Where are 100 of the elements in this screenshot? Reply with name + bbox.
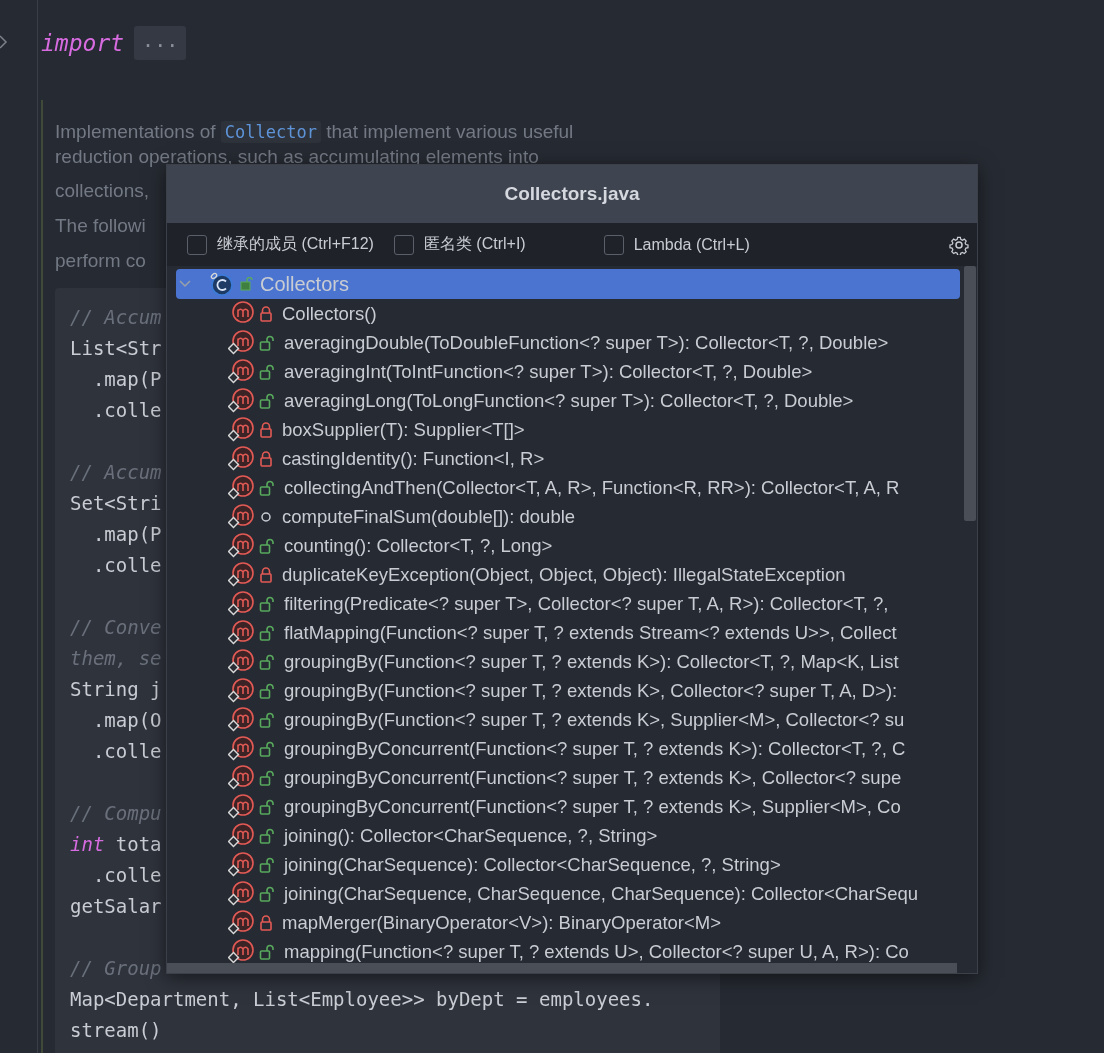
member-signature: computeFinalSum(double[]): double <box>282 505 576 528</box>
code-line: getSalar <box>70 894 162 919</box>
member-signature: duplicateKeyException(Object, Object, Object): IllegalStateException <box>282 563 846 586</box>
member-row[interactable]: joining(CharSequence, CharSequence, CharSequence): Collector<CharSequ <box>176 879 977 908</box>
member-row[interactable]: groupingByConcurrent(Function<? super T, ? extends K>, Collector<? supe <box>176 763 977 792</box>
member-row[interactable]: groupingByConcurrent(Function<? super T, ? extends K>): Collector<T, ?, C <box>176 734 977 763</box>
member-signature: groupingBy(Function<? super T, ? extends K>, Supplier<M>, Collector<? su <box>284 708 905 731</box>
member-signature: Collectors() <box>282 302 377 325</box>
checkbox[interactable] <box>187 234 207 255</box>
doc-text: The followi <box>55 214 146 238</box>
member-row[interactable]: computeFinalSum(double[]): double <box>176 502 977 531</box>
member-signature: averagingDouble(ToDoubleFunction<? super T>): Collector<T, ?, Double> <box>284 331 889 354</box>
code-comment: them, se <box>70 646 162 671</box>
member-row[interactable]: joining(CharSequence): Collector<CharSequence, ?, String> <box>176 850 977 879</box>
member-row[interactable]: averagingInt(ToIntFunction<? super T>): Collector<T, ?, Double> <box>176 357 977 386</box>
filter-label[interactable]: 匿名类 (Ctrl+I) <box>423 234 526 255</box>
member-row[interactable]: filtering(Predicate<? super T>, Collector<? super T, A, R>): Collector<T, ?, <box>176 589 977 618</box>
member-row[interactable]: mapMerger(BinaryOperator<V>): BinaryOperator<M> <box>176 908 977 937</box>
member-row[interactable]: flatMapping(Function<? super T, ? extends Stream<? extends U>>, Collect <box>176 618 977 647</box>
member-signature: averagingInt(ToIntFunction<? super T>): Collector<T, ?, Double> <box>284 360 813 383</box>
member-row[interactable]: boxSupplier(T): Supplier<T[]> <box>176 415 977 444</box>
member-row[interactable]: Collectors() <box>176 299 977 328</box>
unlocked-lock-icon <box>259 537 275 554</box>
code-line: Set<Stri <box>70 491 162 516</box>
member-row[interactable]: mapping(Function<? super T, ? extends U>, Collector<? super U, A, R>): Co <box>176 937 977 966</box>
code-line: .colle <box>91 553 162 578</box>
member-signature: mapMerger(BinaryOperator<V>): BinaryOperator<M> <box>282 911 722 934</box>
member-signature: castingIdentity(): Function<I, R> <box>282 447 545 470</box>
code-line: List<Str <box>70 336 162 361</box>
lock-icon <box>259 566 273 583</box>
folded-imports[interactable]: ... <box>134 26 187 60</box>
member-signature: averagingLong(ToLongFunction<? super T>): Collector<T, ?, Double> <box>284 389 854 412</box>
member-row[interactable]: groupingBy(Function<? super T, ? extends K>, Supplier<M>, Collector<? su <box>176 705 977 734</box>
unlocked-lock-icon <box>259 798 275 815</box>
code-comment: // Conve <box>70 615 162 640</box>
member-row[interactable]: collectingAndThen(Collector<T, A, R>, Function<R, RR>): Collector<T, A, R <box>176 473 977 502</box>
member-row[interactable]: joining(): Collector<CharSequence, ?, String> <box>176 821 977 850</box>
unlocked-lock-icon <box>259 885 275 902</box>
member-signature: filtering(Predicate<? super T>, Collector<? super T, A, R>): Collector<T, ?, <box>284 592 889 615</box>
unlocked-lock-icon <box>259 769 275 786</box>
code-line: .colle <box>91 739 162 764</box>
member-row[interactable]: duplicateKeyException(Object, Object, Object): IllegalStateException <box>176 560 977 589</box>
member-signature: collectingAndThen(Collector<T, A, R>, Function<R, RR>): Collector<T, A, R <box>284 476 900 499</box>
fold-chevron-icon[interactable] <box>0 34 8 50</box>
unlocked-lock-icon <box>259 711 275 728</box>
unlocked-lock-icon <box>259 624 275 641</box>
unlocked-lock-icon <box>259 479 275 496</box>
code-line: Map<Department, List<Employee>> byDept = employees. <box>70 987 654 1012</box>
unlocked-lock-icon <box>240 277 254 291</box>
code-line: stream() <box>70 1018 162 1043</box>
code-line: .colle <box>91 863 162 888</box>
code-line: .map(O <box>91 708 162 733</box>
member-signature: boxSupplier(T): Supplier<T[]> <box>282 418 525 441</box>
member-signature: groupingByConcurrent(Function<? super T, ? extends K>, Supplier<M>, Co <box>284 795 901 818</box>
scrollbar-thumb[interactable] <box>964 266 976 521</box>
member-row[interactable]: groupingByConcurrent(Function<? super T, ? extends K>, Supplier<M>, Co <box>176 792 977 821</box>
checkbox[interactable] <box>603 234 624 255</box>
filter-label[interactable]: 继承的成员 (Ctrl+F12) <box>217 234 374 255</box>
popup-title: Collectors.java <box>504 183 640 205</box>
member-signature: mapping(Function<? super T, ? extends U>, Collector<? super U, A, R>): Co <box>284 940 909 963</box>
doc-text: reduction operations, such as accumulating elements into <box>55 145 539 169</box>
unlocked-lock-icon <box>259 392 275 409</box>
member-signature: groupingByConcurrent(Function<? super T, ? extends K>, Collector<? supe <box>284 766 902 789</box>
member-signature: joining(): Collector<CharSequence, ?, String> <box>284 824 658 847</box>
member-row[interactable]: groupingBy(Function<? super T, ? extends K>, Collector<? super T, A, D>): <box>176 676 977 705</box>
settings-icon[interactable] <box>949 234 969 255</box>
checkbox[interactable] <box>393 234 414 255</box>
member-row[interactable]: groupingBy(Function<? super T, ? extends K>): Collector<T, ?, Map<K, List <box>176 647 977 676</box>
unlocked-lock-icon <box>259 682 275 699</box>
member-row[interactable]: castingIdentity(): Function<I, R> <box>176 444 977 473</box>
unlocked-lock-icon <box>259 856 275 873</box>
lock-icon <box>259 914 273 931</box>
member-signature: groupingBy(Function<? super T, ? extends K>, Collector<? super T, A, D>): <box>284 679 898 702</box>
doc-text: perform co <box>55 249 146 273</box>
member-signature: flatMapping(Function<? super T, ? extends Stream<? extends U>>, Collect <box>284 621 897 644</box>
import-keyword: import <box>41 30 125 56</box>
doc-text: collections, <box>55 179 149 203</box>
filter-label[interactable]: Lambda (Ctrl+L) <box>633 235 750 254</box>
code-comment: // Compu <box>70 801 162 826</box>
member-signature: joining(CharSequence, CharSequence, CharSequence): Collector<CharSequ <box>284 882 918 905</box>
class-icon <box>208 271 234 297</box>
code-line: .map(P <box>91 367 162 392</box>
lock-icon <box>259 450 273 467</box>
member-row[interactable]: averagingLong(ToLongFunction<? super T>): Collector<T, ?, Double> <box>176 386 977 415</box>
member-row[interactable]: averagingDouble(ToDoubleFunction<? super T>): Collector<T, ?, Double> <box>176 328 977 357</box>
lock-icon <box>259 421 273 438</box>
code-line: int tota <box>70 832 162 857</box>
lock-icon <box>259 305 273 322</box>
member-signature: joining(CharSequence): Collector<CharSequence, ?, String> <box>284 853 781 876</box>
unlocked-lock-icon <box>259 595 275 612</box>
unlocked-lock-icon <box>259 363 275 380</box>
horizontal-scrollbar[interactable] <box>167 963 957 973</box>
member-signature: groupingByConcurrent(Function<? super T, ? extends K>): Collector<T, ?, C <box>284 737 906 760</box>
member-signature: counting(): Collector<T, ?, Long> <box>284 534 553 557</box>
unlocked-lock-icon <box>259 653 275 670</box>
member-row[interactable]: counting(): Collector<T, ?, Long> <box>176 531 977 560</box>
unlocked-lock-icon <box>259 943 275 960</box>
code-line: String j <box>70 677 162 702</box>
member-signature: groupingBy(Function<? super T, ? extends K>): Collector<T, ?, Map<K, List <box>284 650 899 673</box>
code-comment: // Accum <box>70 460 162 485</box>
